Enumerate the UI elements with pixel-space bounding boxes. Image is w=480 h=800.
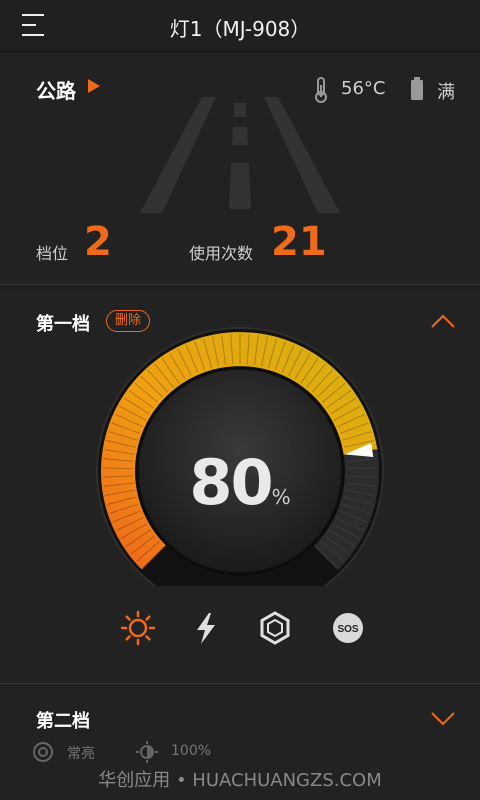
- dial-tick: [346, 467, 378, 470]
- temperature-value: 56°C: [341, 78, 386, 99]
- gear-label: 档位: [36, 244, 69, 263]
- uses-label: 使用次数: [189, 244, 254, 263]
- device-title: 灯1（MJ-908）: [169, 17, 311, 41]
- dial-tick: [102, 467, 134, 470]
- battery-icon: [411, 77, 423, 100]
- brightness-icon: [136, 741, 158, 763]
- flash-icon[interactable]: [186, 608, 226, 648]
- light-mode-selector: SOS: [118, 608, 368, 648]
- status-card: 公路 56°C 满 档位 2 使用次数 21: [0, 53, 480, 285]
- steady-mode-icon: [33, 742, 53, 762]
- chevron-down-icon[interactable]: [430, 710, 456, 728]
- road-icon: [140, 97, 340, 213]
- play-icon[interactable]: [88, 79, 100, 93]
- sos-text: SOS: [337, 624, 358, 635]
- sos-icon[interactable]: SOS: [328, 608, 368, 648]
- level-one-title: 第一档: [36, 314, 90, 335]
- steady-light-icon[interactable]: [118, 608, 158, 648]
- gear-value: 2: [84, 219, 112, 265]
- top-bar: 灯1（MJ-908）: [0, 0, 480, 52]
- strobe-icon[interactable]: [255, 608, 295, 648]
- road-mode-label[interactable]: 公路: [36, 75, 76, 104]
- battery-value: 满: [437, 82, 455, 103]
- level-one-panel: 第一档 删除 80% SOS: [0, 290, 480, 682]
- level-two-title: 第二档: [36, 711, 90, 732]
- brightness-readout: 80%: [150, 446, 330, 519]
- chevron-up-icon[interactable]: [430, 312, 456, 330]
- uses-value: 21: [271, 219, 327, 265]
- level-two-brightness: 100%: [171, 743, 212, 759]
- brightness-value: 80: [189, 446, 273, 519]
- watermark: 华创应用 • HUACHUANGZS.COM: [98, 770, 382, 791]
- brightness-unit: %: [271, 485, 291, 509]
- level-two-mode: 常亮: [67, 746, 95, 762]
